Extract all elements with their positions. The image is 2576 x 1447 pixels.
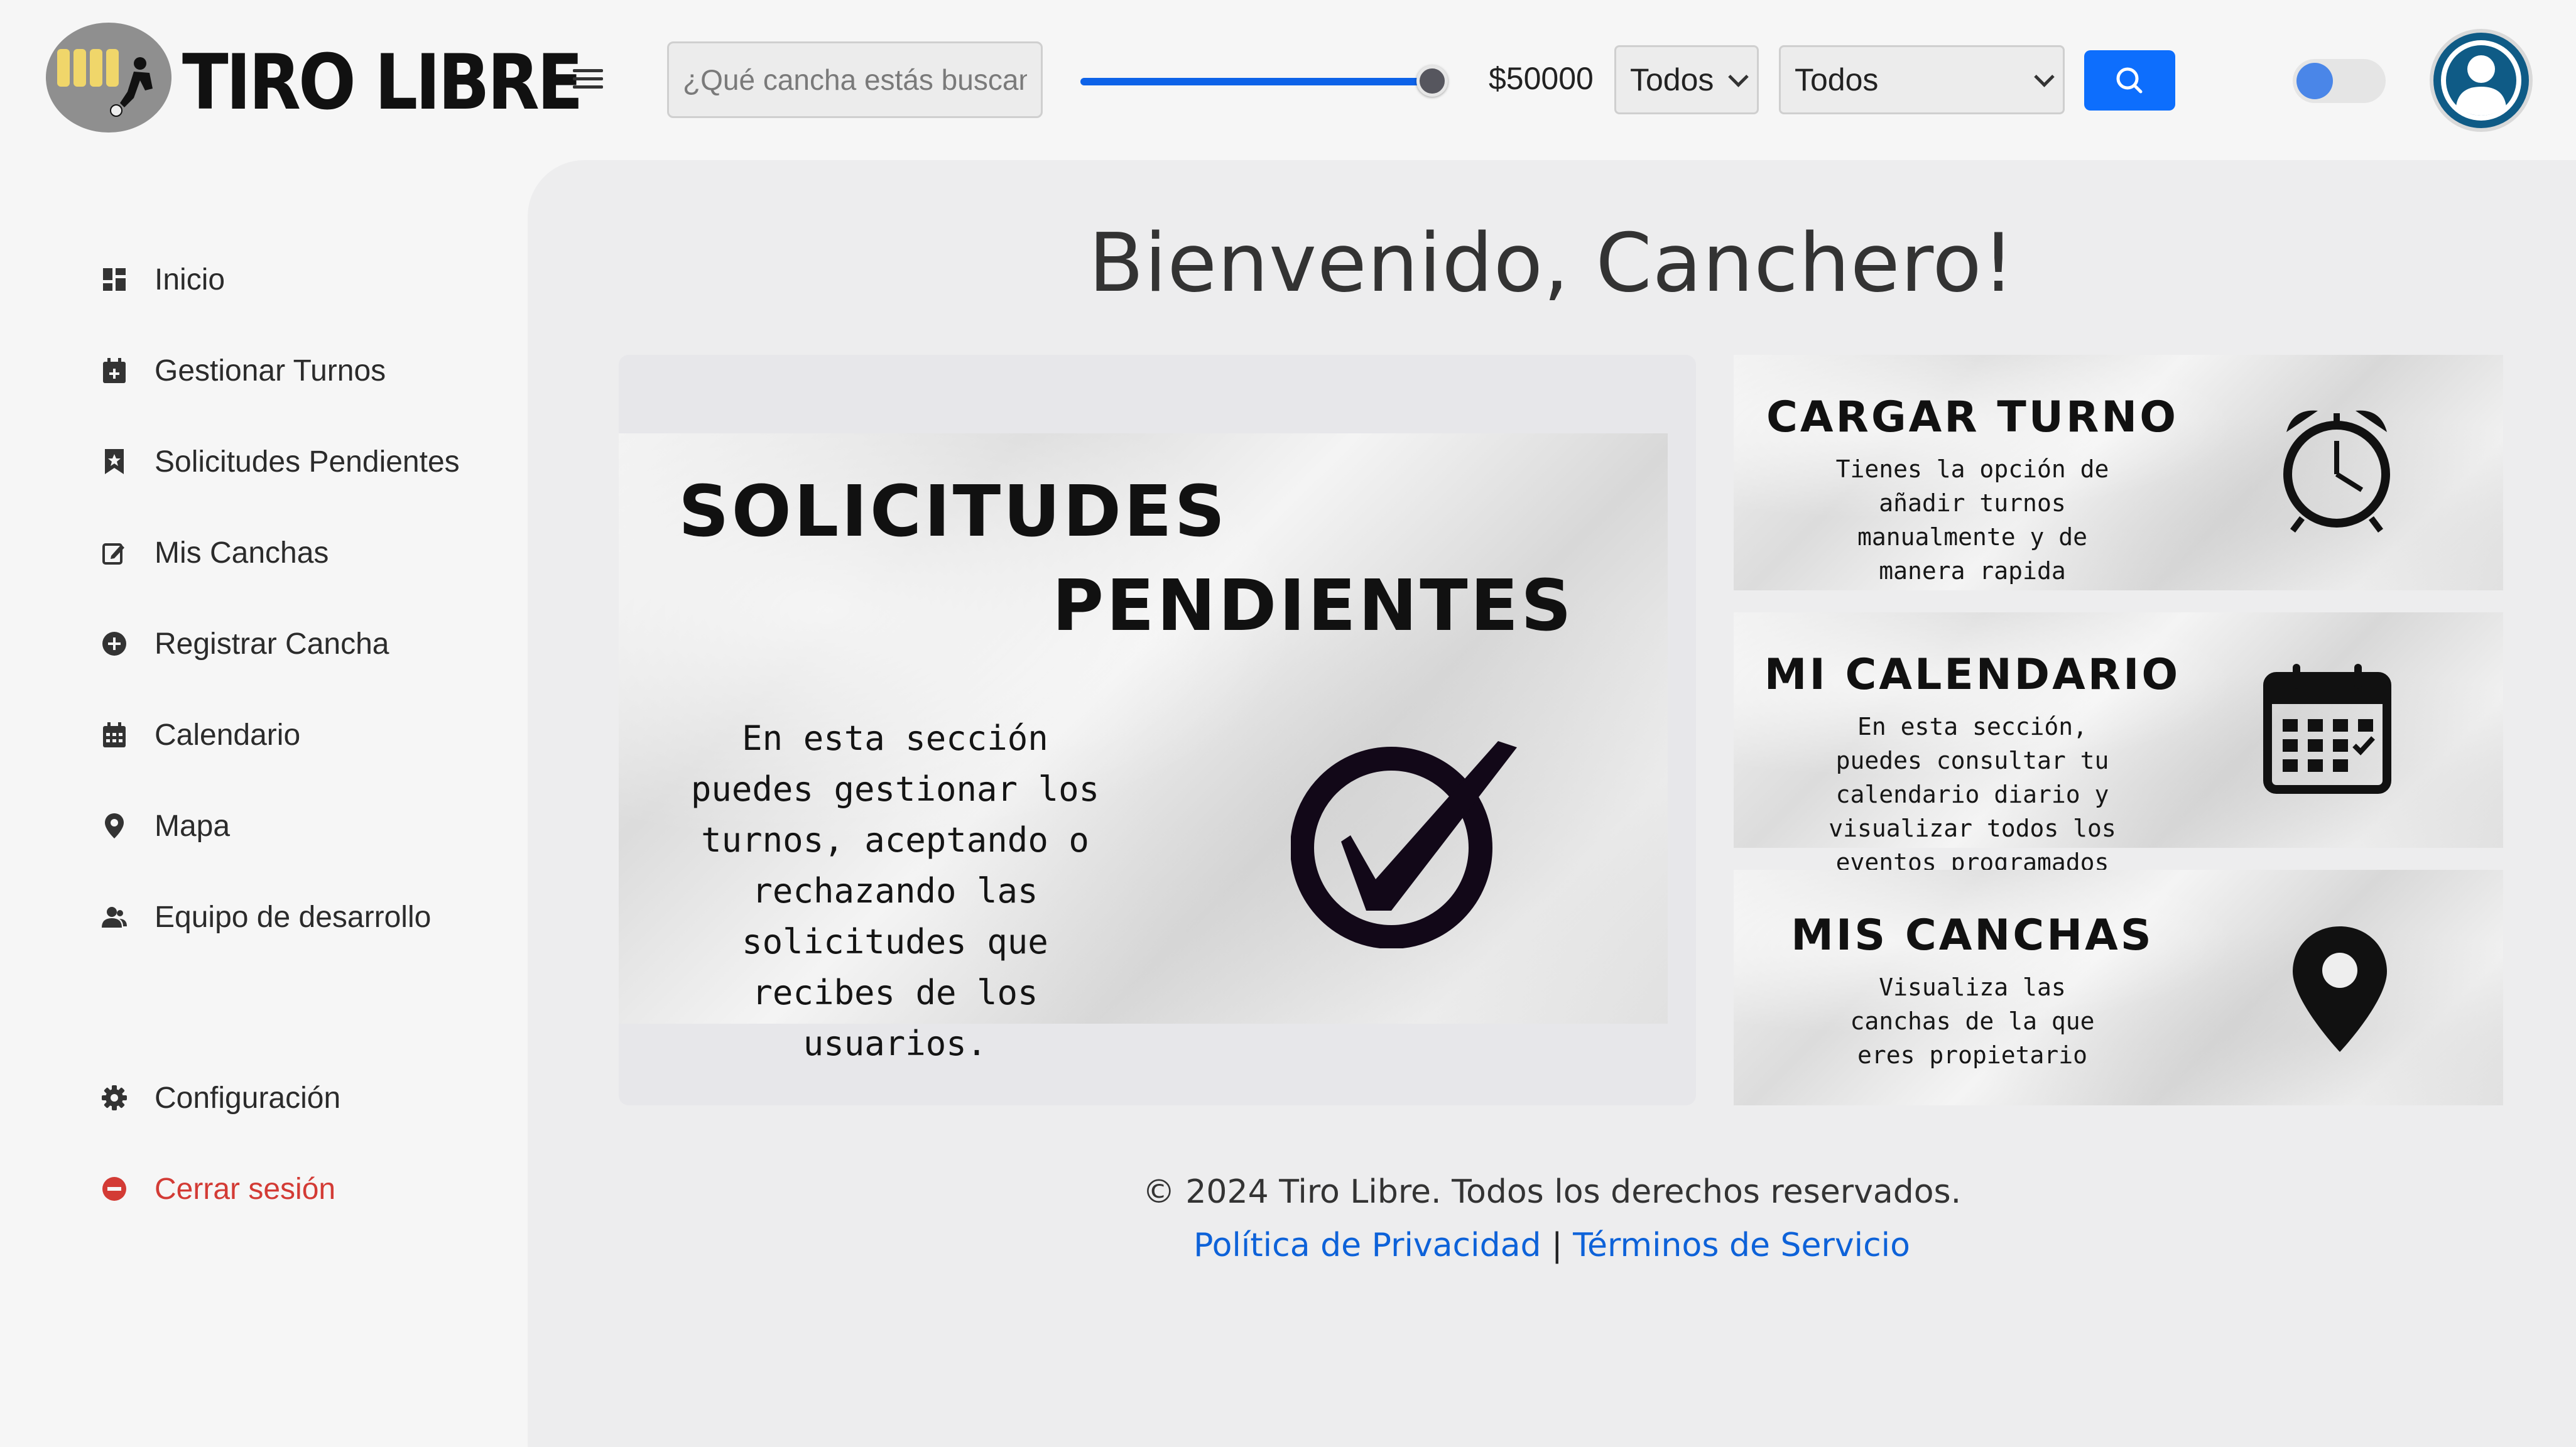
user-avatar[interactable] <box>2430 29 2533 132</box>
logo-image[interactable] <box>46 23 171 133</box>
footer-separator: | <box>1552 1227 1563 1264</box>
top-bar: TIRO LIBRE $50000 Todos Todos <box>0 0 2576 160</box>
toggle-knob <box>2296 63 2333 99</box>
sidebar-item-label: Cerrar sesión <box>155 1172 336 1206</box>
price-slider[interactable] <box>1080 65 1448 97</box>
sidebar-item-calendario[interactable]: Calendario <box>101 710 300 760</box>
dashboard-icon <box>101 266 128 293</box>
sidebar-item-label: Configuración <box>155 1081 341 1115</box>
gear-icon <box>101 1084 128 1112</box>
card-cargar-turno[interactable]: CARGAR TURNO Tienes la opción de añadir … <box>1715 355 2503 590</box>
sidebar-item-mis-canchas[interactable]: Mis Canchas <box>101 528 329 578</box>
main-content: Bienvenido, Canchero! SOLICITUDES PENDIE… <box>528 160 2576 1447</box>
edit-icon <box>101 539 128 566</box>
sidebar: Inicio Gestionar Turnos Solicitudes Pend… <box>0 160 528 1447</box>
slider-fill <box>1080 78 1432 85</box>
card-title: MIS CANCHAS <box>1791 911 2154 960</box>
search-input[interactable] <box>667 41 1043 118</box>
sidebar-item-label: Solicitudes Pendientes <box>155 445 460 479</box>
sidebar-item-label: Gestionar Turnos <box>155 354 386 387</box>
logout-icon <box>101 1175 128 1203</box>
sidebar-item-inicio[interactable]: Inicio <box>101 254 225 305</box>
card-title-line1: SOLICITUDES <box>678 471 1228 553</box>
card-solicitudes-pendientes[interactable]: SOLICITUDES PENDIENTES En esta sección p… <box>619 355 1696 1105</box>
map-pin-icon <box>101 812 128 840</box>
filter-select-2-value: Todos <box>1795 62 1879 97</box>
menu-toggle-icon[interactable] <box>573 69 603 90</box>
sidebar-item-label: Equipo de desarrollo <box>155 900 432 934</box>
calendar-icon <box>2263 664 2391 794</box>
search-button[interactable] <box>2084 50 2175 111</box>
sidebar-item-label: Calendario <box>155 718 301 752</box>
card-banner-image: CARGAR TURNO Tienes la opción de añadir … <box>1734 355 2503 590</box>
sidebar-item-label: Mis Canchas <box>155 536 329 570</box>
page-title: Bienvenido, Canchero! <box>1089 217 2015 310</box>
card-mis-canchas[interactable]: MIS CANCHAS Visualiza las canchas de la … <box>1715 870 2503 1105</box>
sidebar-item-mapa[interactable]: Mapa <box>101 801 230 851</box>
sidebar-item-configuracion[interactable]: Configuración <box>101 1073 340 1123</box>
plus-circle-icon <box>101 630 128 658</box>
footer-copyright: © 2024 Tiro Libre. Todos los derechos re… <box>1142 1173 1962 1211</box>
theme-toggle[interactable] <box>2293 59 2386 103</box>
card-title: MI CALENDARIO <box>1764 650 2181 700</box>
card-description: Visualiza las canchas de la que eres pro… <box>1850 973 2095 1069</box>
user-icon <box>2441 40 2521 121</box>
calendar-plus-icon <box>101 357 128 384</box>
sidebar-item-solicitudes-pendientes[interactable]: Solicitudes Pendientes <box>101 436 460 487</box>
card-title-line2: PENDIENTES <box>1052 565 1574 647</box>
sidebar-item-label: Mapa <box>155 809 231 843</box>
privacy-policy-link[interactable]: Política de Privacidad <box>1193 1227 1541 1264</box>
logo-text: TIRO LIBRE <box>182 39 584 127</box>
sidebar-item-registrar-cancha[interactable]: Registrar Cancha <box>101 619 389 669</box>
card-banner-image: SOLICITUDES PENDIENTES En esta sección p… <box>619 433 1668 1063</box>
card-description: En esta sección puedes gestionar los tur… <box>690 718 1100 1063</box>
calendar-icon <box>101 721 128 749</box>
sidebar-item-gestionar-turnos[interactable]: Gestionar Turnos <box>101 345 386 396</box>
sidebar-item-cerrar-sesion[interactable]: Cerrar sesión <box>101 1164 335 1214</box>
terms-of-service-link[interactable]: Términos de Servicio <box>1573 1227 1910 1264</box>
sidebar-item-label: Inicio <box>155 263 226 296</box>
card-description: En esta sección, puedes consultar tu cal… <box>1829 713 2116 876</box>
checkmark-icon <box>1291 741 1517 948</box>
card-title: CARGAR TURNO <box>1766 393 2179 442</box>
team-icon <box>101 903 128 931</box>
price-value: $50000 <box>1489 61 1594 96</box>
footer-links: Política de Privacidad | Términos de Ser… <box>528 1227 2576 1264</box>
bookmark-icon <box>101 448 128 475</box>
card-description: Tienes la opción de añadir turnos manual… <box>1835 455 2109 585</box>
filter-select-2[interactable]: Todos <box>1779 45 2065 114</box>
chevron-down-icon <box>2034 67 2055 87</box>
card-mi-calendario[interactable]: MI CALENDARIO En esta sección, puedes co… <box>1715 612 2503 876</box>
chevron-down-icon <box>1728 67 1749 87</box>
slider-handle[interactable] <box>1416 65 1448 97</box>
sidebar-item-equipo-de-desarrollo[interactable]: Equipo de desarrollo <box>101 892 431 942</box>
sidebar-item-label: Registrar Cancha <box>155 627 389 661</box>
filter-select-1-value: Todos <box>1630 62 1714 97</box>
search-icon <box>2116 67 2143 94</box>
card-banner-image: MIS CANCHAS Visualiza las canchas de la … <box>1734 870 2503 1105</box>
filter-select-1[interactable]: Todos <box>1614 45 1759 114</box>
map-pin-icon <box>2293 926 2387 1052</box>
alarm-clock-icon <box>2283 410 2390 533</box>
card-banner-image: MI CALENDARIO En esta sección, puedes co… <box>1734 612 2503 876</box>
